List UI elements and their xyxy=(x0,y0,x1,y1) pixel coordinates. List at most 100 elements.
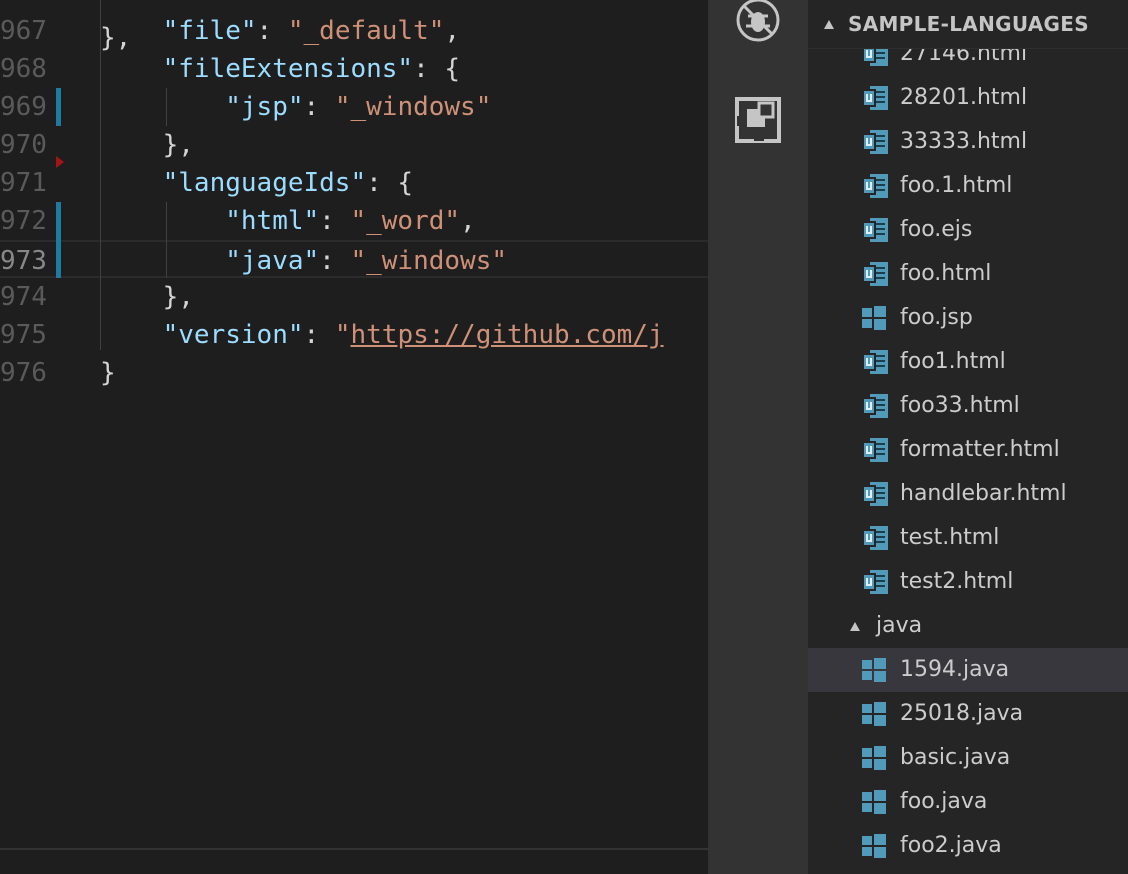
code-token: : { xyxy=(366,168,414,198)
line-number: 976 xyxy=(0,358,47,388)
tree-file[interactable]: foo1.html xyxy=(808,340,1128,384)
extensions-icon[interactable] xyxy=(734,96,782,144)
indent-guide xyxy=(166,88,167,126)
code-token: } xyxy=(100,358,116,388)
tree-file[interactable]: formatter.html xyxy=(808,428,1128,472)
tree-item-label: foo.java xyxy=(900,789,988,814)
code-line[interactable]: 972 "html": "_word", xyxy=(0,202,708,240)
code-text: } xyxy=(100,354,116,392)
code-token: : xyxy=(303,320,335,350)
line-number: 973 xyxy=(0,246,47,276)
debug-icon[interactable] xyxy=(734,0,782,48)
code-token: : xyxy=(319,206,351,236)
tree-file[interactable]: foo.jsp xyxy=(808,296,1128,340)
code-token: "_default" xyxy=(287,16,445,46)
windows-file-icon xyxy=(862,834,888,858)
activity-bar xyxy=(708,0,808,874)
windows-file-icon xyxy=(862,790,888,814)
code-token: }, xyxy=(162,282,194,312)
tree-item-label: foo.html xyxy=(900,261,992,286)
code-token: , xyxy=(444,16,461,46)
modified-line-marker xyxy=(56,88,61,126)
tree-file[interactable]: foo.ejs xyxy=(808,208,1128,252)
code-line[interactable]: 969 "jsp": "_windows" xyxy=(0,88,708,126)
tree-file[interactable]: foo33.html xyxy=(808,384,1128,428)
deleted-line-marker xyxy=(56,156,64,168)
code-token: "java" xyxy=(225,246,320,276)
tree-item-label: foo.jsp xyxy=(900,305,973,330)
html-file-icon xyxy=(862,218,888,242)
workspace-title: SAMPLE-LANGUAGES xyxy=(848,12,1089,36)
code-editor[interactable]: }, 967 "file": "_default", 968 "fileExten… xyxy=(0,0,708,874)
tree-file[interactable]: handlebar.html xyxy=(808,472,1128,516)
modified-line-marker xyxy=(56,202,61,278)
tree-file[interactable]: 28201.html xyxy=(808,76,1128,120)
windows-file-icon xyxy=(862,746,888,770)
html-file-icon xyxy=(862,262,888,286)
code-token: "fileExtensions" xyxy=(162,54,414,84)
tree-file[interactable]: test2.html xyxy=(808,560,1128,604)
tree-item-label: foo2.java xyxy=(900,833,1002,858)
tree-file[interactable]: foo2.java xyxy=(808,824,1128,868)
code-line[interactable]: 968 "fileExtensions": { xyxy=(0,50,708,88)
code-line[interactable]: 967 "file": "_default", xyxy=(0,12,708,50)
code-token: "_windows" xyxy=(334,92,492,122)
explorer-section-header[interactable]: SAMPLE-LANGUAGES xyxy=(808,0,1128,49)
line-number: 967 xyxy=(0,16,47,46)
tree-file[interactable]: foo.html xyxy=(808,252,1128,296)
code-line[interactable]: 971 "languageIds": { xyxy=(0,164,708,202)
code-token: "html" xyxy=(225,206,320,236)
tree-item-label: 33333.html xyxy=(900,129,1028,154)
code-token: , xyxy=(460,206,476,236)
explorer-sidebar: SAMPLE-LANGUAGES 27146.html 28201.html 333… xyxy=(808,0,1128,874)
windows-file-icon xyxy=(862,658,888,682)
code-token: "languageIds" xyxy=(162,168,367,198)
code-text: "java": "_windows" xyxy=(100,242,507,280)
tree-file[interactable]: 1594.java xyxy=(808,648,1128,692)
line-number: 969 xyxy=(0,92,47,122)
code-text: "languageIds": { xyxy=(100,164,413,202)
url-link[interactable]: https://github.com/j xyxy=(350,320,663,350)
code-text: "html": "_word", xyxy=(100,202,476,240)
code-line[interactable]: 973 "java": "_windows" xyxy=(0,240,708,278)
html-file-icon xyxy=(862,174,888,198)
code-line[interactable]: 974 }, xyxy=(0,278,708,316)
html-file-icon xyxy=(862,350,888,374)
tree-file[interactable]: 33333.html xyxy=(808,120,1128,164)
code-token: }, xyxy=(162,130,194,160)
tree-file[interactable]: test.html xyxy=(808,516,1128,560)
code-text: "file": "_default", xyxy=(100,12,460,50)
code-text: }, xyxy=(100,278,194,316)
line-number: 974 xyxy=(0,282,47,312)
line-number: 970 xyxy=(0,130,47,160)
chevron-down-icon xyxy=(824,20,834,29)
code-text: "version": "https://github.com/j xyxy=(100,316,664,354)
line-number: 972 xyxy=(0,206,47,236)
html-file-icon xyxy=(862,394,888,418)
tree-file[interactable]: foo.1.html xyxy=(808,164,1128,208)
tree-file[interactable]: basic.java xyxy=(808,736,1128,780)
tree-item-label: handlebar.html xyxy=(900,481,1067,506)
tree-item-label: foo.1.html xyxy=(900,173,1013,198)
code-token: "_word" xyxy=(350,206,461,236)
editor-bottom-border xyxy=(0,848,708,850)
windows-file-icon xyxy=(862,702,888,726)
tree-file[interactable]: foo.java xyxy=(808,780,1128,824)
chevron-down-icon xyxy=(850,622,860,631)
line-number: 968 xyxy=(0,54,47,84)
code-token: "version" xyxy=(162,320,304,350)
code-token: "_windows" xyxy=(350,246,508,276)
tree-item-label: java xyxy=(876,613,923,638)
code-line[interactable]: 970 }, xyxy=(0,126,708,164)
code-line[interactable]: 975 "version": "https://github.com/j xyxy=(0,316,708,354)
tree-folder[interactable]: java xyxy=(808,604,1128,648)
html-file-icon xyxy=(862,570,888,594)
tree-file[interactable]: 25018.java xyxy=(808,692,1128,736)
tree-item-label: foo1.html xyxy=(900,349,1006,374)
indent-guide xyxy=(100,0,101,350)
code-line[interactable]: 976} xyxy=(0,354,708,392)
tree-item-label: 1594.java xyxy=(900,657,1010,682)
code-token: "file" xyxy=(162,16,257,46)
line-number: 971 xyxy=(0,168,47,198)
html-file-icon xyxy=(862,438,888,462)
